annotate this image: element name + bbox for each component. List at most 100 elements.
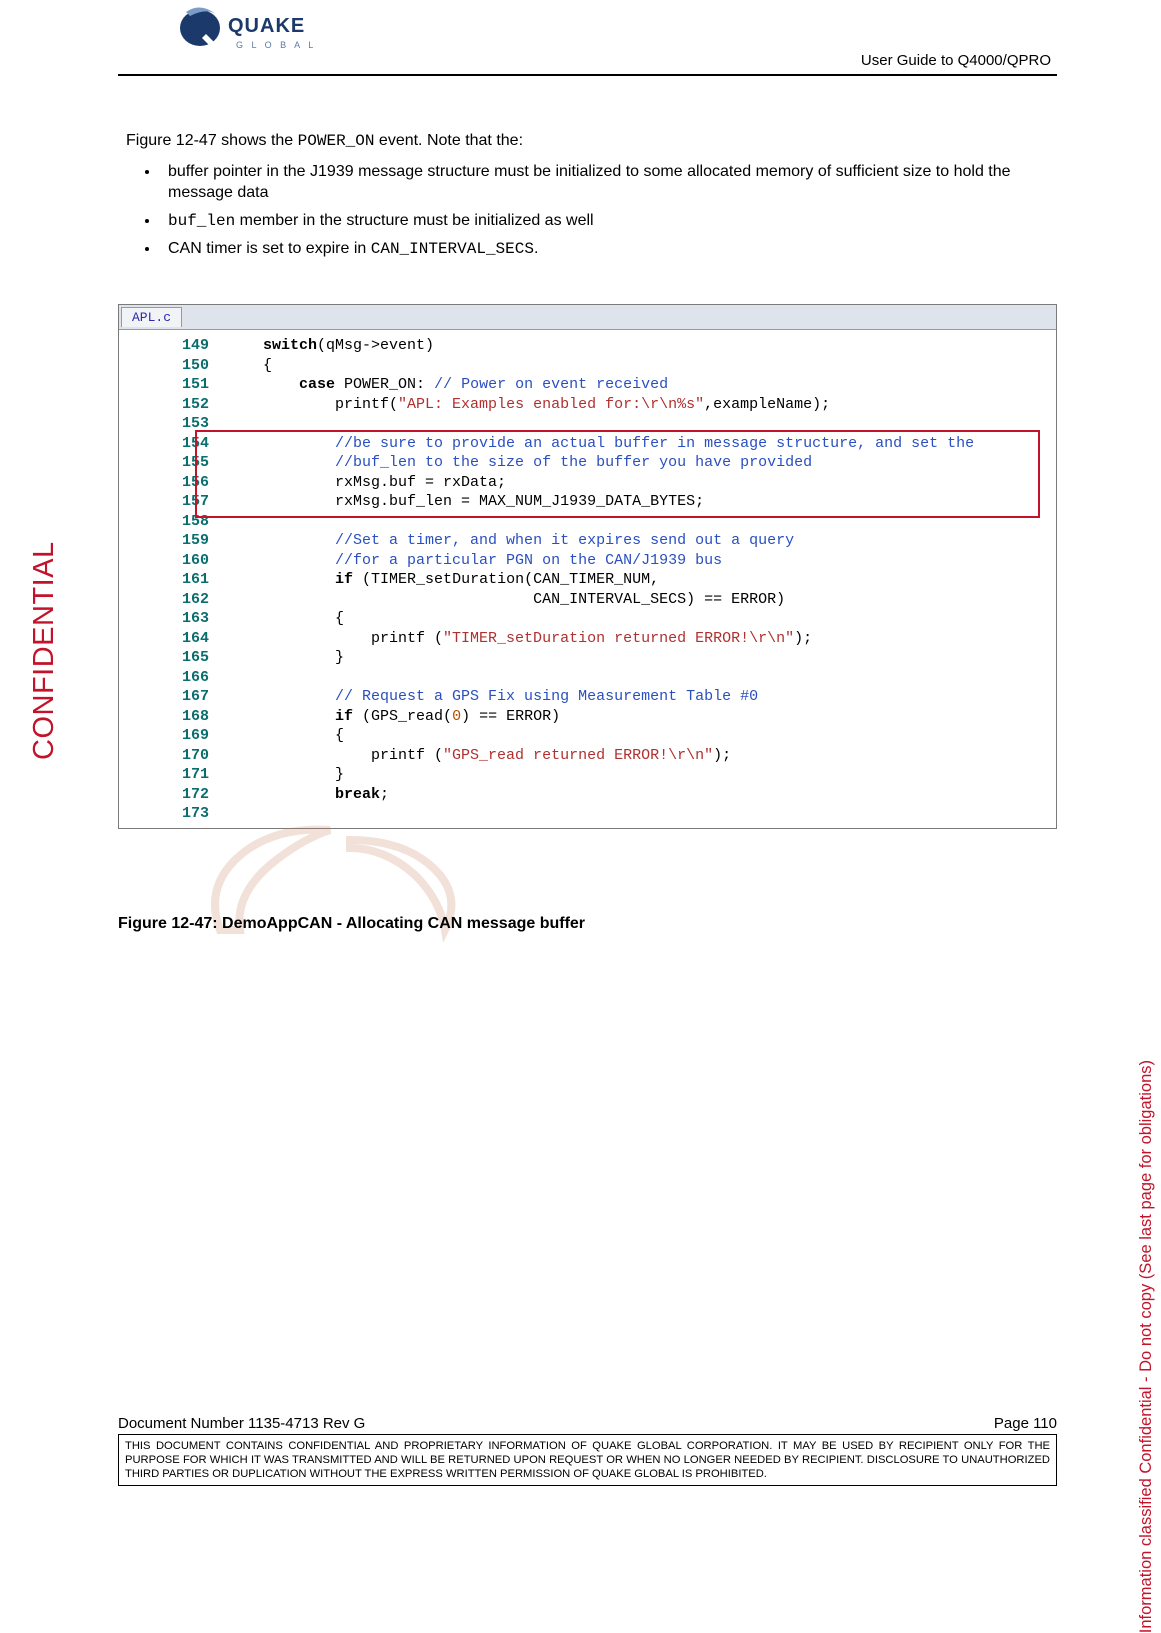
bullet-list: buffer pointer in the J1939 message stru… — [160, 161, 1031, 261]
line-number: 155 — [159, 453, 227, 473]
brand-name-text: QUAKE — [228, 15, 305, 37]
bullet-code: buf_len — [168, 212, 235, 230]
line-number: 158 — [159, 512, 227, 532]
code-line: 166 — [119, 668, 1056, 688]
line-number: 157 — [159, 492, 227, 512]
guide-title: User Guide to Q4000/QPRO — [861, 52, 1051, 69]
line-number: 162 — [159, 590, 227, 610]
header-rule — [118, 74, 1057, 76]
code-line: 151 case POWER_ON: // Power on event rec… — [119, 375, 1056, 395]
line-number: 151 — [159, 375, 227, 395]
footer-top-row: Document Number 1135-4713 Rev G Page 110 — [118, 1415, 1057, 1435]
code-text: { — [227, 726, 1056, 746]
doc-number: Document Number 1135-4713 Rev G — [118, 1415, 365, 1432]
code-line: 169 { — [119, 726, 1056, 746]
line-number: 153 — [159, 414, 227, 434]
body-text: Figure 12-47 shows the POWER_ON event. N… — [126, 130, 1031, 267]
line-number: 164 — [159, 629, 227, 649]
line-number: 160 — [159, 551, 227, 571]
bullet-post: member in the structure must be initiali… — [235, 212, 593, 229]
bullet-item: buf_len member in the structure must be … — [160, 210, 1031, 233]
code-text: } — [227, 648, 1056, 668]
code-line: 153 — [119, 414, 1056, 434]
code-text: printf("APL: Examples enabled for:\r\n%s… — [227, 395, 1056, 415]
line-number: 156 — [159, 473, 227, 493]
code-listing: 149 switch(qMsg->event)150 {151 case POW… — [119, 330, 1056, 828]
code-text: CAN_INTERVAL_SECS) == ERROR) — [227, 590, 1056, 610]
code-line: 159 //Set a timer, and when it expires s… — [119, 531, 1056, 551]
code-text: if (TIMER_setDuration(CAN_TIMER_NUM, — [227, 570, 1056, 590]
code-line: 173 — [119, 804, 1056, 824]
page-footer: Document Number 1135-4713 Rev G Page 110… — [118, 1415, 1057, 1486]
code-line: 157 rxMsg.buf_len = MAX_NUM_J1939_DATA_B… — [119, 492, 1056, 512]
figure-caption: Figure 12-47: DemoAppCAN - Allocating CA… — [118, 915, 585, 933]
line-number: 169 — [159, 726, 227, 746]
code-line: 167 // Request a GPS Fix using Measureme… — [119, 687, 1056, 707]
line-number: 159 — [159, 531, 227, 551]
brand-sub-text: G L O B A L — [236, 40, 316, 50]
code-line: 156 rxMsg.buf = rxData; — [119, 473, 1056, 493]
classification-side-label: Information classified Confidential - Do… — [1137, 1060, 1156, 1633]
line-number: 154 — [159, 434, 227, 454]
line-number: 172 — [159, 785, 227, 805]
bullet-post: . — [534, 240, 538, 257]
line-number: 165 — [159, 648, 227, 668]
intro-suffix: event. Note that the: — [374, 132, 523, 149]
code-text: case POWER_ON: // Power on event receive… — [227, 375, 1056, 395]
intro-prefix: Figure 12-47 shows the — [126, 132, 298, 149]
code-text: break; — [227, 785, 1056, 805]
line-number: 150 — [159, 356, 227, 376]
code-line: 171 } — [119, 765, 1056, 785]
document-page: QUAKE G L O B A L User Guide to Q4000/QP… — [0, 0, 1161, 1504]
code-text: rxMsg.buf = rxData; — [227, 473, 1056, 493]
code-text: //for a particular PGN on the CAN/J1939 … — [227, 551, 1056, 571]
code-line: 152 printf("APL: Examples enabled for:\r… — [119, 395, 1056, 415]
code-text: printf ("TIMER_setDuration returned ERRO… — [227, 629, 1056, 649]
line-number: 161 — [159, 570, 227, 590]
code-line: 172 break; — [119, 785, 1056, 805]
code-line: 161 if (TIMER_setDuration(CAN_TIMER_NUM, — [119, 570, 1056, 590]
line-number: 152 — [159, 395, 227, 415]
code-text: { — [227, 609, 1056, 629]
code-text: { — [227, 356, 1056, 376]
intro-code-token: POWER_ON — [298, 132, 375, 150]
code-text: } — [227, 765, 1056, 785]
code-text: //be sure to provide an actual buffer in… — [227, 434, 1056, 454]
bullet-item: CAN timer is set to expire in CAN_INTERV… — [160, 238, 1031, 261]
code-text: rxMsg.buf_len = MAX_NUM_J1939_DATA_BYTES… — [227, 492, 1056, 512]
code-text: //buf_len to the size of the buffer you … — [227, 453, 1056, 473]
footer-legal: THIS DOCUMENT CONTAINS CONFIDENTIAL AND … — [118, 1435, 1057, 1486]
line-number: 149 — [159, 336, 227, 356]
bullet-code: CAN_INTERVAL_SECS — [371, 240, 534, 258]
line-number: 168 — [159, 707, 227, 727]
code-line: 163 { — [119, 609, 1056, 629]
line-number: 173 — [159, 804, 227, 824]
confidential-side-label: CONFIDENTIAL — [28, 541, 61, 760]
code-line: 164 printf ("TIMER_setDuration returned … — [119, 629, 1056, 649]
code-text: switch(qMsg->event) — [227, 336, 1056, 356]
code-line: 154 //be sure to provide an actual buffe… — [119, 434, 1056, 454]
code-text: printf ("GPS_read returned ERROR!\r\n"); — [227, 746, 1056, 766]
line-number: 170 — [159, 746, 227, 766]
code-line: 170 printf ("GPS_read returned ERROR!\r\… — [119, 746, 1056, 766]
code-screenshot: APL.c 149 switch(qMsg->event)150 {151 ca… — [118, 304, 1057, 829]
bullet-item: buffer pointer in the J1939 message stru… — [160, 161, 1031, 204]
editor-tab[interactable]: APL.c — [121, 307, 182, 327]
line-number: 171 — [159, 765, 227, 785]
code-line: 149 switch(qMsg->event) — [119, 336, 1056, 356]
line-number: 166 — [159, 668, 227, 688]
page-header: QUAKE G L O B A L User Guide to Q4000/QP… — [118, 0, 1057, 75]
code-line: 155 //buf_len to the size of the buffer … — [119, 453, 1056, 473]
brand-logo: QUAKE G L O B A L — [176, 6, 351, 61]
code-line: 168 if (GPS_read(0) == ERROR) — [119, 707, 1056, 727]
code-line: 150 { — [119, 356, 1056, 376]
editor-tab-bar: APL.c — [119, 305, 1056, 330]
code-text: if (GPS_read(0) == ERROR) — [227, 707, 1056, 727]
bullet-pre: CAN timer is set to expire in — [168, 240, 371, 257]
code-line: 158 — [119, 512, 1056, 532]
line-number: 167 — [159, 687, 227, 707]
code-line: 162 CAN_INTERVAL_SECS) == ERROR) — [119, 590, 1056, 610]
code-text: // Request a GPS Fix using Measurement T… — [227, 687, 1056, 707]
code-line: 165 } — [119, 648, 1056, 668]
code-line: 160 //for a particular PGN on the CAN/J1… — [119, 551, 1056, 571]
